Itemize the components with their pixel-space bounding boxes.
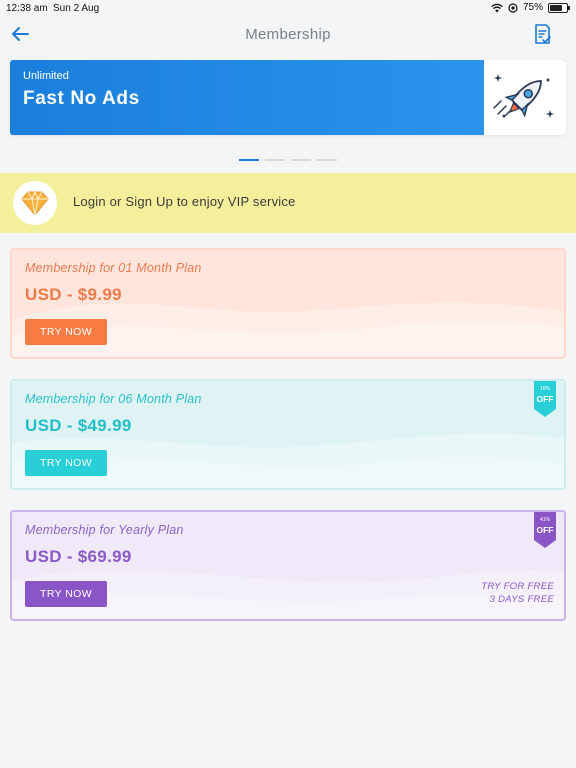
page-dot[interactable] bbox=[265, 159, 285, 161]
battery-icon bbox=[548, 2, 570, 13]
vip-login-banner[interactable]: Login or Sign Up to enjoy VIP service bbox=[0, 173, 576, 233]
vip-login-text: Login or Sign Up to enjoy VIP service bbox=[73, 194, 296, 209]
discount-percent: 16% bbox=[539, 386, 550, 392]
trial-line-1: TRY FOR FREE bbox=[481, 581, 554, 592]
trial-line-2: 3 DAYS FREE bbox=[489, 594, 554, 605]
banner-eyebrow: Unlimited bbox=[23, 70, 69, 82]
location-lock-icon bbox=[508, 2, 518, 13]
checklist-icon[interactable] bbox=[530, 22, 554, 46]
page-title: Membership bbox=[245, 26, 331, 43]
page-dot[interactable] bbox=[239, 159, 259, 161]
plan-name: Membership for 01 Month Plan bbox=[25, 261, 202, 275]
page-dot[interactable] bbox=[291, 159, 311, 161]
discount-ribbon: 16% OFF bbox=[534, 381, 556, 417]
try-now-button[interactable]: TRY NOW bbox=[25, 581, 107, 607]
vip-badge bbox=[13, 181, 57, 225]
plan-price: USD - $9.99 bbox=[25, 285, 122, 304]
try-now-button[interactable]: TRY NOW bbox=[25, 319, 107, 345]
plan-card-monthly[interactable]: Membership for 01 Month Plan USD - $9.99… bbox=[10, 248, 566, 359]
status-date: Sun 2 Aug bbox=[53, 3, 100, 14]
try-now-button[interactable]: TRY NOW bbox=[25, 450, 107, 476]
status-bar: 12:38 am Sun 2 Aug 75% bbox=[0, 0, 576, 18]
rocket-icon bbox=[493, 74, 554, 118]
plan-price: USD - $49.99 bbox=[25, 416, 132, 435]
banner-headline: Fast No Ads bbox=[23, 88, 140, 109]
page-dot[interactable] bbox=[317, 159, 337, 161]
status-right: 75% bbox=[491, 2, 570, 13]
discount-off-label: OFF bbox=[536, 394, 554, 404]
plan-name: Membership for 06 Month Plan bbox=[25, 392, 202, 406]
wifi-icon bbox=[491, 3, 503, 12]
discount-percent: 41% bbox=[539, 517, 550, 523]
status-time: 12:38 am bbox=[6, 3, 48, 14]
plan-card-yearly[interactable]: Membership for Yearly Plan USD - $69.99 … bbox=[10, 510, 566, 621]
plan-price: USD - $69.99 bbox=[25, 547, 132, 566]
nav-bar: Membership bbox=[0, 18, 576, 54]
battery-percent: 75% bbox=[522, 2, 543, 13]
diamond-icon bbox=[21, 190, 49, 216]
plan-name: Membership for Yearly Plan bbox=[25, 523, 184, 537]
discount-ribbon: 41% OFF bbox=[534, 512, 556, 548]
plan-card-six-month[interactable]: Membership for 06 Month Plan USD - $49.9… bbox=[10, 379, 566, 490]
promo-banner[interactable]: Unlimited Fast No Ads bbox=[10, 60, 566, 135]
discount-off-label: OFF bbox=[536, 525, 554, 535]
page-indicator bbox=[239, 159, 337, 161]
banner-art bbox=[484, 60, 566, 135]
free-trial-note: TRY FOR FREE 3 DAYS FREE bbox=[481, 580, 554, 606]
